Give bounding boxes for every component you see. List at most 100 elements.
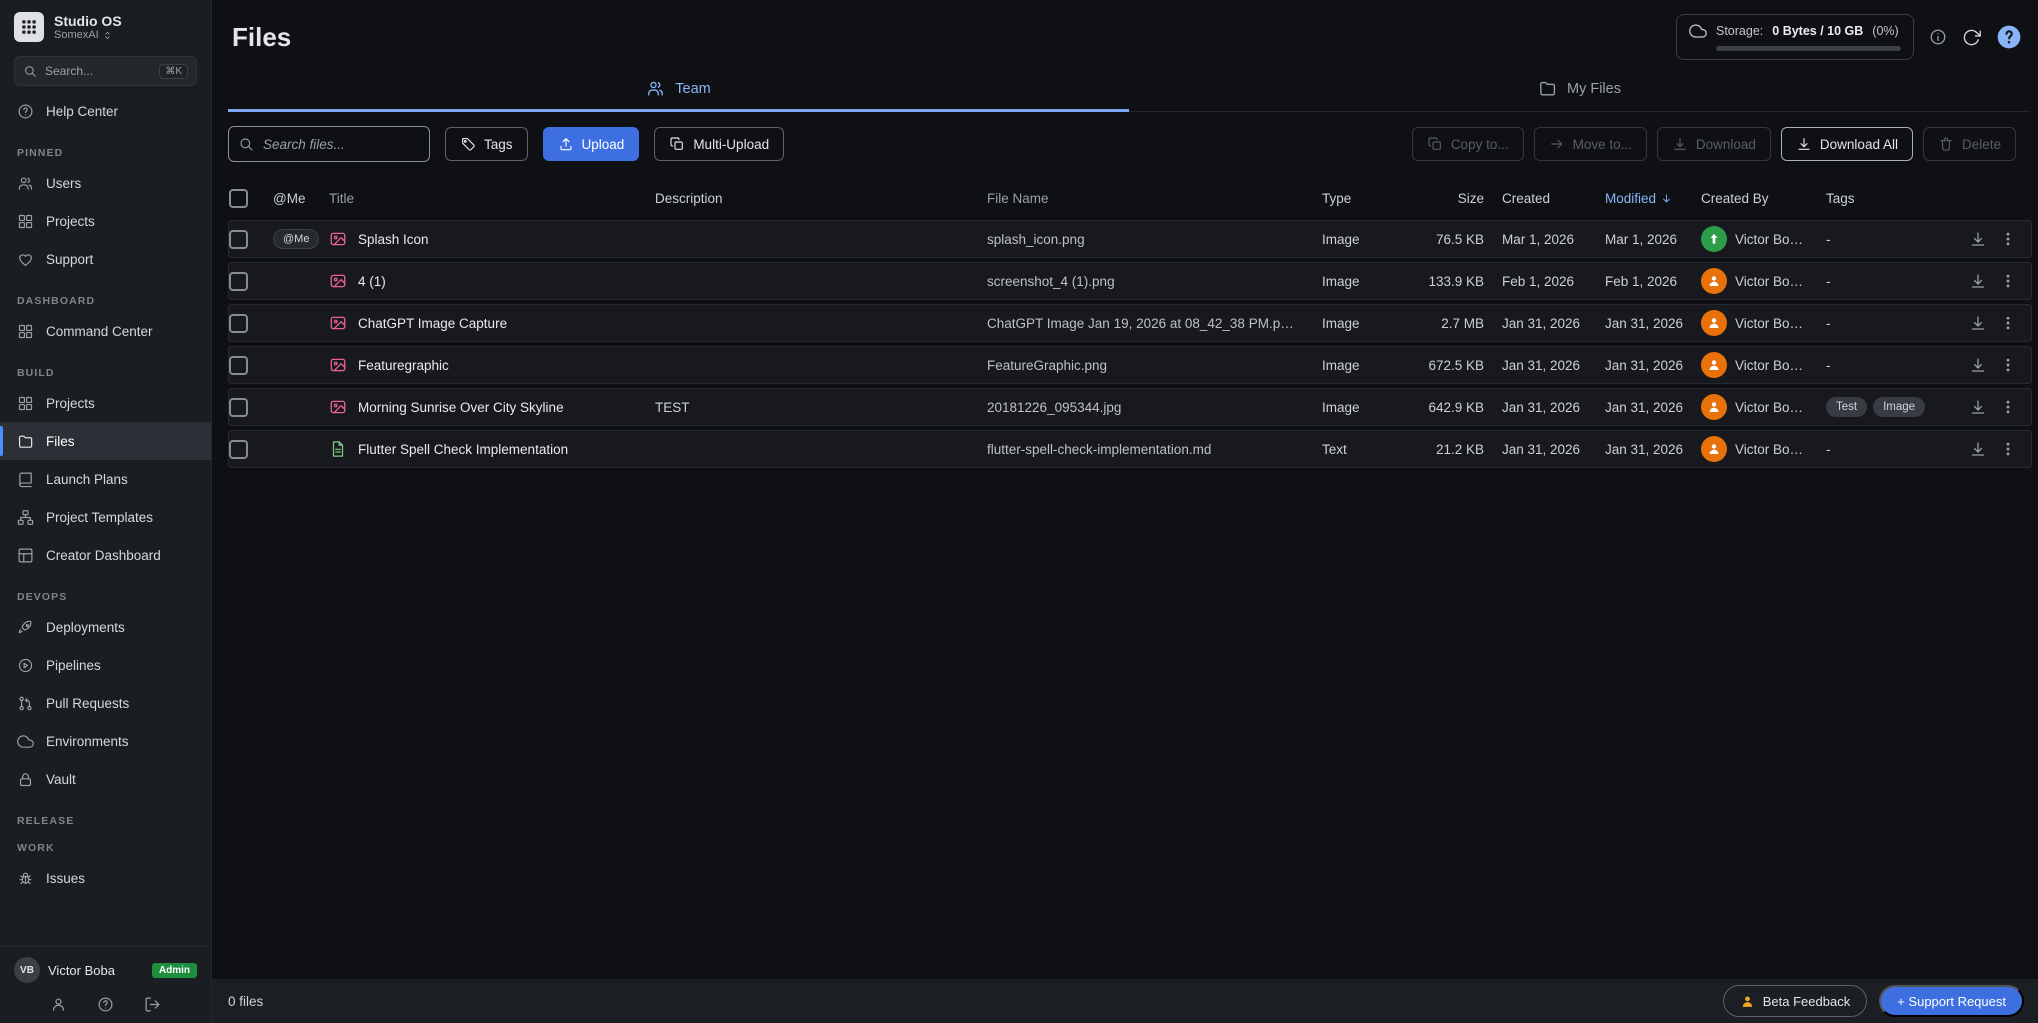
row-download-icon[interactable]	[1969, 272, 1987, 290]
tags-button[interactable]: Tags	[445, 127, 528, 161]
info-icon[interactable]	[1929, 28, 1947, 46]
copy-to-button[interactable]: Copy to...	[1412, 127, 1524, 161]
row-cell-modified: Jan 31, 2026	[1605, 400, 1701, 415]
row-download-icon[interactable]	[1969, 314, 1987, 332]
workspace-switcher[interactable]: SomexAI	[54, 29, 122, 41]
multi-upload-button[interactable]: Multi-Upload	[654, 127, 784, 161]
row-cell-filename: splash_icon.png	[987, 232, 1322, 247]
delete-button[interactable]: Delete	[1923, 127, 2016, 161]
grid-icon	[17, 395, 34, 412]
row-checkbox[interactable]	[229, 356, 248, 375]
move-to-button[interactable]: Move to...	[1534, 127, 1647, 161]
refresh-icon[interactable]	[1962, 28, 1981, 47]
file-title[interactable]: Flutter Spell Check Implementation	[358, 442, 568, 457]
sidebar-item-environments[interactable]: Environments	[0, 722, 211, 760]
sidebar-item-issues[interactable]: Issues	[0, 859, 211, 897]
header-cell-size[interactable]: Size	[1412, 191, 1502, 206]
row-cell-type: Text	[1322, 442, 1412, 457]
sidebar-item-vault[interactable]: Vault	[0, 760, 211, 798]
profile-icon[interactable]	[50, 996, 67, 1013]
sidebar-item-pull-requests[interactable]: Pull Requests	[0, 684, 211, 722]
row-kebab-menu-icon[interactable]	[1999, 314, 2017, 332]
help-badge-icon[interactable]	[1996, 24, 2022, 50]
row-cell-size: 2.7 MB	[1412, 316, 1502, 331]
sidebar-item-launch-plans[interactable]: Launch Plans	[0, 460, 211, 498]
tab-my-files[interactable]: My Files	[1129, 68, 2030, 112]
header-cell-filename[interactable]: File Name	[987, 191, 1322, 206]
file-search-input[interactable]	[228, 126, 430, 162]
tags-button-label: Tags	[484, 137, 513, 152]
row-cell-created: Jan 31, 2026	[1502, 442, 1605, 457]
sidebar-item-support[interactable]: Support	[0, 240, 211, 278]
header-cell-createdby[interactable]: Created By	[1701, 191, 1826, 206]
sidebar-item-users[interactable]: Users	[0, 164, 211, 202]
sidebar-item-pipelines[interactable]: Pipelines	[0, 646, 211, 684]
creator-name: Victor Bo…	[1735, 442, 1803, 457]
sidebar-item-label: Support	[46, 252, 93, 267]
header-cell-atme[interactable]: @Me	[273, 191, 329, 206]
file-toolbar: Tags Upload Multi-Upload Copy to... Move…	[212, 112, 2038, 172]
search-icon	[238, 136, 254, 152]
sidebar-item-projects[interactable]: Projects	[0, 384, 211, 422]
row-download-icon[interactable]	[1969, 398, 1987, 416]
file-title[interactable]: Morning Sunrise Over City Skyline	[358, 400, 564, 415]
app-logo[interactable]	[14, 12, 44, 42]
row-cell-atme: @Me	[273, 229, 329, 249]
file-title[interactable]: 4 (1)	[358, 274, 386, 289]
avatar-person-icon	[1707, 400, 1721, 414]
sidebar-item-deployments[interactable]: Deployments	[0, 608, 211, 646]
header-cell-type[interactable]: Type	[1322, 191, 1412, 206]
user-row[interactable]: VB Victor Boba Admin	[14, 957, 197, 983]
sidebar-search-placeholder: Search...	[45, 64, 93, 78]
sidebar-item-label: Command Center	[46, 324, 153, 339]
header-cell-tags[interactable]: Tags	[1826, 191, 1926, 206]
avatar-person-icon	[1707, 442, 1721, 456]
sidebar-item-help-center[interactable]: Help Center	[0, 92, 211, 130]
upload-button-label: Upload	[582, 137, 625, 152]
beta-feedback-button[interactable]: Beta Feedback	[1723, 985, 1867, 1017]
table-row: 4 (1) screenshot_4 (1).png Image 133.9 K…	[228, 262, 2032, 300]
sidebar-search[interactable]: Search... ⌘K	[14, 56, 197, 86]
sidebar-item-projects-pinned[interactable]: Projects	[0, 202, 211, 240]
row-cell-title: Featuregraphic	[329, 356, 655, 374]
row-kebab-menu-icon[interactable]	[1999, 272, 2017, 290]
select-all-checkbox[interactable]	[229, 189, 248, 208]
help-circle-icon[interactable]	[97, 996, 114, 1013]
sidebar-item-label: Help Center	[46, 104, 118, 119]
header-cell-modified[interactable]: Modified	[1605, 191, 1701, 206]
sidebar-item-files[interactable]: Files	[0, 422, 211, 460]
row-checkbox[interactable]	[229, 272, 248, 291]
upload-button[interactable]: Upload	[543, 127, 640, 161]
download-button[interactable]: Download	[1657, 127, 1771, 161]
header-cell-description[interactable]: Description	[655, 191, 987, 206]
row-kebab-menu-icon[interactable]	[1999, 398, 2017, 416]
tab-team[interactable]: Team	[228, 68, 1129, 112]
row-download-icon[interactable]	[1969, 230, 1987, 248]
row-checkbox[interactable]	[229, 398, 248, 417]
row-cell-type: Image	[1322, 274, 1412, 289]
support-request-button[interactable]: + Support Request	[1879, 985, 2024, 1017]
table-row: ChatGPT Image Capture ChatGPT Image Jan …	[228, 304, 2032, 342]
image-file-icon	[329, 230, 347, 248]
sidebar-item-project-templates[interactable]: Project Templates	[0, 498, 211, 536]
logout-icon[interactable]	[144, 996, 161, 1013]
row-download-icon[interactable]	[1969, 440, 1987, 458]
row-kebab-menu-icon[interactable]	[1999, 440, 2017, 458]
row-kebab-menu-icon[interactable]	[1999, 356, 2017, 374]
files-table: @Me Title Description File Name Type Siz…	[212, 172, 2038, 472]
row-download-icon[interactable]	[1969, 356, 1987, 374]
row-checkbox[interactable]	[229, 230, 248, 249]
file-title[interactable]: Featuregraphic	[358, 358, 449, 373]
header-cell-title[interactable]: Title	[329, 191, 655, 206]
download-all-button[interactable]: Download All	[1781, 127, 1913, 161]
file-title[interactable]: ChatGPT Image Capture	[358, 316, 507, 331]
chevron-updown-icon	[102, 30, 113, 41]
file-title[interactable]: Splash Icon	[358, 232, 429, 247]
sidebar-item-creator-dashboard[interactable]: Creator Dashboard	[0, 536, 211, 574]
row-checkbox[interactable]	[229, 314, 248, 333]
row-checkbox[interactable]	[229, 440, 248, 459]
sidebar-item-command-center[interactable]: Command Center	[0, 312, 211, 350]
section-label-work: WORK	[0, 832, 211, 859]
header-cell-created[interactable]: Created	[1502, 191, 1605, 206]
row-kebab-menu-icon[interactable]	[1999, 230, 2017, 248]
